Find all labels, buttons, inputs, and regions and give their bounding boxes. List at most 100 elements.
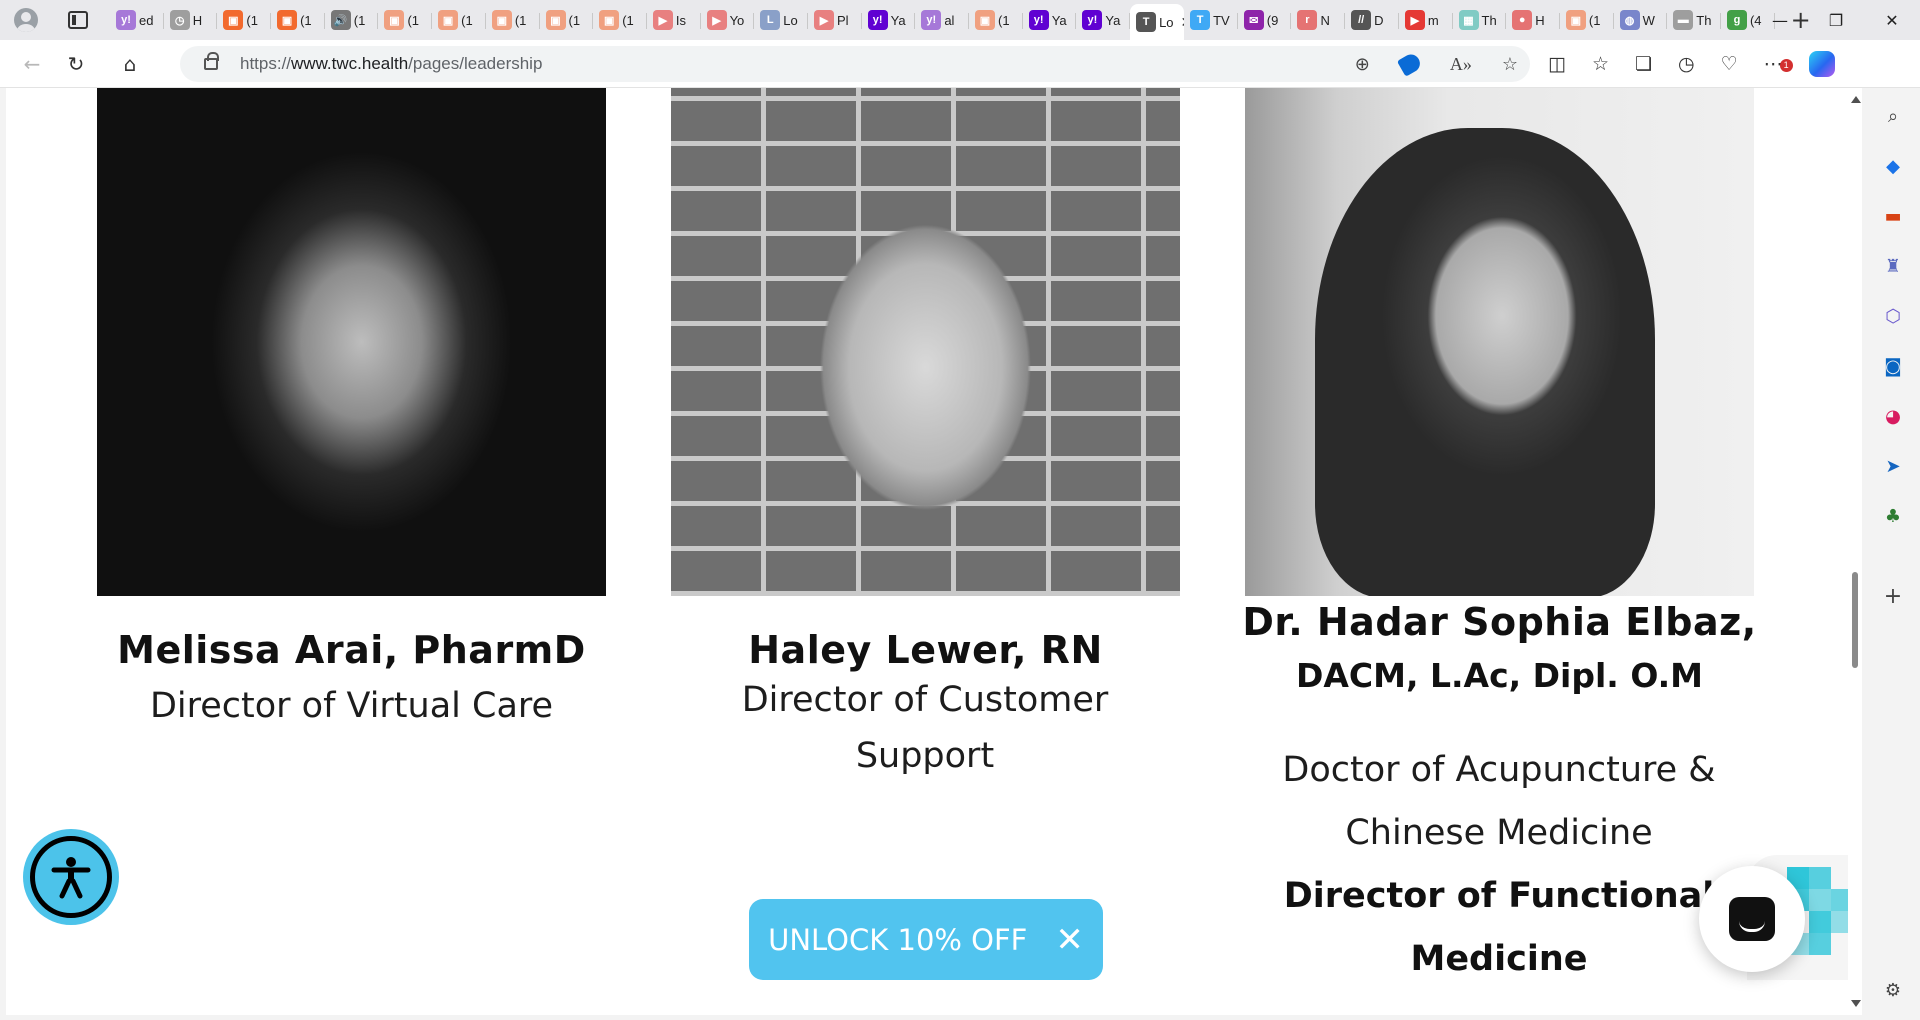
tab-favicon-icon: L xyxy=(760,10,781,30)
favorite-star-icon[interactable]: ☆ xyxy=(1502,54,1518,75)
tab-favicon-icon: ◷ xyxy=(169,10,190,30)
leader-role: Director of Virtual Care xyxy=(149,686,554,726)
tab-title: D xyxy=(1374,12,1384,28)
tab[interactable]: ▶ m xyxy=(1399,4,1453,36)
tab[interactable]: ▣ (1 xyxy=(271,4,325,36)
tab[interactable]: //D xyxy=(1345,4,1399,36)
tab-favicon-icon: ▣ xyxy=(975,10,995,30)
tab[interactable]: y! al xyxy=(915,4,969,36)
refresh-button[interactable]: ↻ xyxy=(56,44,96,84)
back-button[interactable]: ← xyxy=(12,44,52,84)
tab[interactable]: ▶ Is xyxy=(647,4,701,36)
tab[interactable]: ▶ Yo xyxy=(701,4,755,36)
url-text[interactable]: https://www.twc.health/pages/leadership xyxy=(240,54,542,74)
browser-essentials-icon[interactable]: ♡ xyxy=(1721,53,1738,75)
tab-title: ed xyxy=(139,12,154,28)
tab[interactable]: y! Ya xyxy=(862,4,916,36)
tab-favicon-icon: y! xyxy=(867,10,888,30)
leader-role: Director of Customer Support xyxy=(741,680,1109,776)
history-icon[interactable]: ◷ xyxy=(1678,53,1695,75)
search-icon[interactable]: ⌕ xyxy=(1881,104,1905,128)
tab[interactable]: ▣ (1 xyxy=(1560,4,1614,36)
tab[interactable]: ▣ (1 xyxy=(969,4,1023,36)
send-icon[interactable]: ➤ xyxy=(1881,454,1905,478)
tab[interactable]: 🔊 (1 xyxy=(325,4,379,36)
zoom-icon[interactable]: ⊕ xyxy=(1355,54,1370,75)
page-scrollbar[interactable] xyxy=(1848,88,1862,1015)
tab[interactable]: ▣ (1 xyxy=(378,4,432,36)
tools-icon[interactable]: ▬ xyxy=(1881,204,1905,228)
tab[interactable]: y! ed xyxy=(110,4,164,36)
games-icon[interactable]: ♜ xyxy=(1881,254,1905,278)
leader-name: Dr. Hadar Sophia Elbaz, xyxy=(1242,600,1757,644)
split-screen-icon[interactable]: ◫ xyxy=(1548,53,1566,75)
shopping-tag-icon[interactable]: ◆ xyxy=(1881,154,1905,178)
leader-photo-hadar-elbaz xyxy=(1245,88,1754,596)
tab[interactable]: ◍ W xyxy=(1614,4,1668,36)
tab[interactable]: L Lo xyxy=(754,4,808,36)
tab[interactable]: ▣ (1 xyxy=(593,4,647,36)
address-bar[interactable]: https://www.twc.health/pages/leadership … xyxy=(180,46,1530,82)
page-viewport: Melissa Arai, PharmD Director of Virtual… xyxy=(6,88,1848,1015)
sidebar-settings-icon[interactable]: ⚙ xyxy=(1881,978,1905,1002)
more-menu-icon[interactable]: ⋯ xyxy=(1764,53,1793,75)
collections-icon[interactable]: ❏ xyxy=(1635,53,1652,75)
tab-favicon-icon: ▣ xyxy=(545,10,566,30)
add-sidebar-app-icon[interactable]: + xyxy=(1881,584,1905,609)
leader-photo-melissa-arai xyxy=(97,88,606,596)
tab[interactable]: ▣ (1 xyxy=(432,4,486,36)
tab[interactable]: ● H xyxy=(1506,4,1560,36)
chat-launcher-button[interactable] xyxy=(1699,866,1805,972)
tab-title: (1 xyxy=(568,12,581,28)
tab[interactable]: ▬ Th xyxy=(1667,4,1721,36)
tab-title: (1 xyxy=(998,12,1010,28)
tab[interactable]: ▦ Th xyxy=(1453,4,1507,36)
tab[interactable]: ▣ (1 xyxy=(217,4,271,36)
designer-icon[interactable]: ◕ xyxy=(1881,404,1905,428)
unlock-discount-button[interactable]: UNLOCK 10% OFF ✕ xyxy=(749,899,1103,980)
tab-favicon-icon: ▣ xyxy=(277,10,298,30)
restore-button[interactable]: ❐ xyxy=(1808,0,1864,40)
tab[interactable]: ✉ (9 xyxy=(1238,4,1292,36)
tab-title: TV xyxy=(1213,12,1230,28)
close-window-button[interactable]: ✕ xyxy=(1864,0,1920,40)
tab-title: H xyxy=(1535,12,1545,28)
tab[interactable]: y! Ya xyxy=(1076,4,1130,36)
tab-favicon-icon: T xyxy=(1136,12,1157,32)
read-aloud-icon[interactable]: A» xyxy=(1450,54,1472,75)
coupon-tag-icon[interactable] xyxy=(1396,51,1424,77)
scroll-up-icon[interactable] xyxy=(1851,96,1861,103)
minimize-button[interactable]: — xyxy=(1752,0,1808,40)
tab-favicon-icon: ✉ xyxy=(1243,10,1264,30)
tab-actions-icon[interactable] xyxy=(68,11,88,29)
tab[interactable]: ▣ (1 xyxy=(540,4,594,36)
tab-title: Th xyxy=(1696,12,1712,28)
tab[interactable]: y! Ya xyxy=(1023,4,1077,36)
profile-icon[interactable] xyxy=(14,8,38,32)
tab-title: (1 xyxy=(300,12,312,28)
accessibility-button[interactable] xyxy=(23,829,119,925)
tree-icon[interactable]: ♣ xyxy=(1881,504,1905,528)
tab-favicon-icon: y! xyxy=(1082,10,1103,30)
scrollbar-thumb[interactable] xyxy=(1852,572,1858,668)
tab-title: (1 xyxy=(353,12,366,28)
tab-active[interactable]: TLo✕ xyxy=(1130,4,1185,40)
tab[interactable]: T TV xyxy=(1184,4,1238,36)
scroll-down-icon[interactable] xyxy=(1851,1000,1861,1007)
tab-title: Ya xyxy=(1105,12,1121,28)
tab[interactable]: ▶ Pl xyxy=(808,4,862,36)
copilot-icon[interactable] xyxy=(1808,51,1835,77)
favorites-icon[interactable]: ☆ xyxy=(1592,53,1609,75)
lock-icon[interactable] xyxy=(204,52,219,70)
outlook-icon[interactable]: ◙ xyxy=(1881,354,1905,378)
tab-favicon-icon: y! xyxy=(116,10,136,30)
tab-favicon-icon: ▣ xyxy=(491,10,512,30)
tab[interactable]: rN xyxy=(1291,4,1345,36)
leader-role-title: Director of Functional Medicine xyxy=(1283,876,1715,979)
tab[interactable]: ◷ H xyxy=(164,4,218,36)
leader-name: Haley Lewer, RN xyxy=(748,628,1103,672)
tab[interactable]: ▣ (1 xyxy=(486,4,540,36)
promo-close-icon[interactable]: ✕ xyxy=(1055,923,1084,957)
microsoft-365-icon[interactable]: ⬡ xyxy=(1881,304,1905,328)
home-button[interactable]: ⌂ xyxy=(110,44,150,84)
